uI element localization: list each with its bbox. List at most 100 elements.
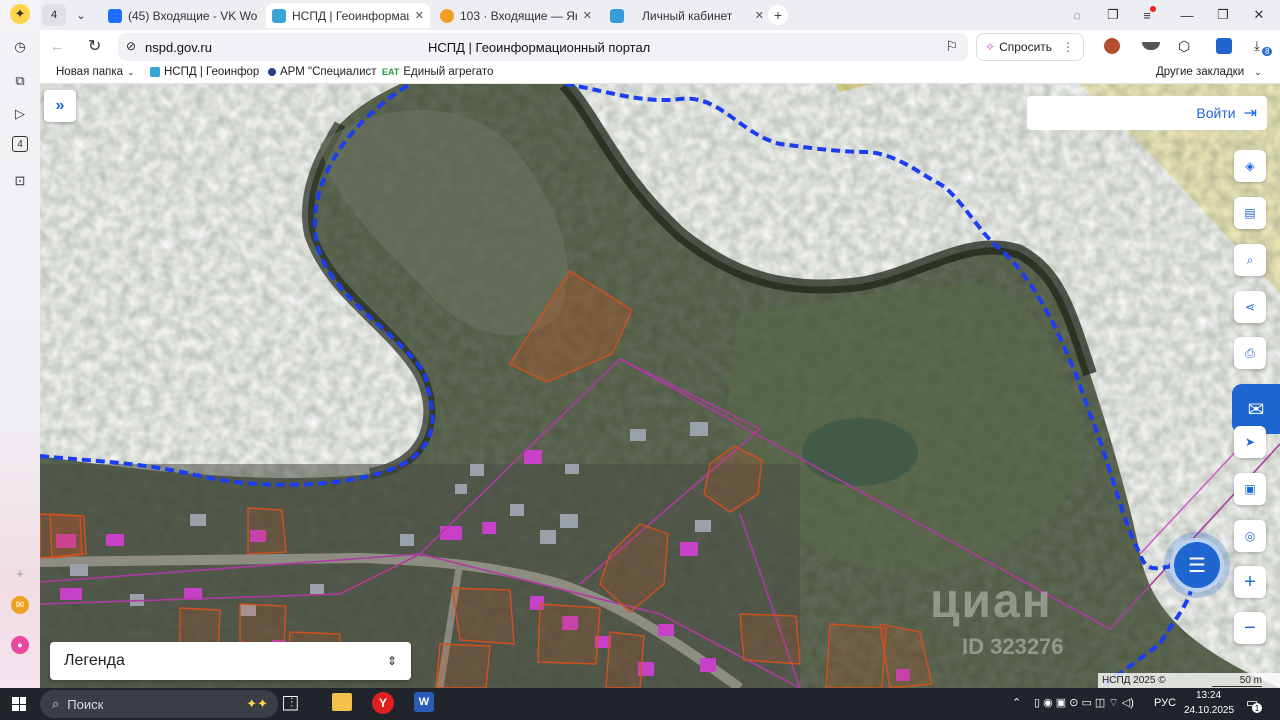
area-search-icon: ⌕ (1246, 252, 1254, 267)
extension-icon[interactable] (1142, 42, 1160, 50)
mail-icon[interactable]: ✉ (11, 596, 29, 614)
bookmark-label: АРМ "Специалист (280, 66, 377, 78)
tab-nspd[interactable]: НСПД | Геоинформацио ✕ (266, 3, 430, 28)
other-bookmarks[interactable]: Другие закладки ⌄ (1156, 66, 1262, 78)
maximize-icon[interactable]: ❐ (1212, 5, 1234, 25)
area-search-button[interactable]: ⌕ (1234, 244, 1266, 276)
measure-button[interactable]: ▤ (1234, 197, 1266, 229)
bookmark-folder-new[interactable]: Новая папка ⌄ (56, 66, 135, 78)
tray-icons[interactable]: ▯ ◉ ▣ ⊙ ▭ ◫ ⌔ ◁) (1034, 696, 1134, 710)
messenger-icon[interactable]: ● (11, 636, 29, 654)
map-footer: НСПД 2025 © 50 m (1098, 673, 1280, 688)
zoom-out-button[interactable]: − (1234, 612, 1266, 644)
map-viewport[interactable]: циан ID 323276 » Войти ⇥ ◈ ▤ ⌕ ⋖ ⎙ ✉ ➤ ▣ … (40, 84, 1280, 688)
back-arrow-icon[interactable]: ← (50, 38, 64, 54)
add-panel-icon[interactable]: + (9, 562, 31, 584)
bookmarks-bar: Новая папка ⌄ НСПД | Геоинфор АРМ "Специа… (40, 64, 1280, 84)
print-button[interactable]: ⎙ (1234, 337, 1266, 369)
vk-mail-icon (108, 8, 122, 23)
legend-panel[interactable]: Легенда ⇕ (50, 642, 411, 680)
notifications-icon[interactable]: ▭ 1 (1246, 695, 1262, 713)
ruler-icon: ▤ (1244, 206, 1256, 220)
screenshot-icon[interactable]: ⊡ (9, 170, 31, 192)
new-tab-plus-icon[interactable]: + (768, 5, 788, 25)
arm-icon (268, 68, 276, 76)
bookmark-icon[interactable]: ⚐ (945, 38, 958, 55)
tab-vk-workmail[interactable]: (45) Входящие - VK WorkM (102, 3, 264, 28)
plus-icon: + (1244, 570, 1256, 593)
address-row: ← ↻ ⊘ nspd.gov.ru НСПД | Геоинформационн… (40, 30, 1280, 64)
tab-personal-account[interactable]: Личный кабинет ✕ (604, 3, 770, 28)
other-bookmarks-label: Другие закладки (1156, 66, 1245, 78)
copilot-sparkle-icon: ✦✦ (246, 696, 268, 711)
bookmarks-panel-icon[interactable]: ❐ (1102, 5, 1124, 25)
yandex-browser-icon[interactable]: Y (372, 692, 394, 714)
history-icon[interactable]: ◷ (9, 36, 31, 58)
extension-icon[interactable]: ⬡ (1178, 38, 1190, 55)
cian-watermark: циан (930, 574, 1053, 629)
zone-yellow-small (835, 84, 870, 92)
downloads-icon[interactable]: ⤓ 8 (1254, 38, 1273, 56)
zoom-in-button[interactable]: + (1234, 566, 1266, 598)
printer-icon: ⎙ (1245, 345, 1255, 360)
yandex-mail-icon (440, 8, 454, 23)
menu-icon[interactable]: ≡ (1136, 5, 1158, 25)
attribution-text: НСПД 2025 © (1102, 675, 1166, 686)
taskbar-search[interactable]: ⌕ Поиск ✦✦ (40, 690, 278, 718)
video-icon[interactable]: ▷ (9, 103, 31, 125)
close-tab-icon[interactable]: ✕ (583, 9, 592, 22)
login-arrow-icon: ⇥ (1243, 105, 1257, 122)
address-bar[interactable]: ⊘ nspd.gov.ru НСПД | Геоинформационный п… (118, 33, 968, 61)
minimap-button[interactable]: ▣ (1234, 473, 1266, 505)
tab-counter-button[interactable]: 4 (42, 4, 66, 26)
site-info-icon[interactable]: ⊘ (126, 39, 136, 53)
bookmark-label: Единый агрегатор (403, 66, 494, 78)
reload-icon[interactable]: ↻ (88, 36, 101, 56)
geolocate-button[interactable]: ◎ (1234, 520, 1266, 552)
share-button[interactable]: ⋖ (1234, 291, 1266, 323)
vpn-icon[interactable]: ◌ (1066, 5, 1088, 25)
language-indicator[interactable]: РУС (1154, 697, 1176, 709)
task-view-icon[interactable]: ⫶⃞ (290, 695, 293, 711)
bookmark-label: НСПД | Геоинфор (164, 66, 260, 78)
collections-icon[interactable]: ⧉ (9, 70, 31, 92)
login-button[interactable]: Войти ⇥ (1027, 96, 1267, 130)
expand-collapse-icon: ⇕ (386, 654, 397, 668)
bookmark-nspd[interactable]: НСПД | Геоинфор (150, 66, 268, 78)
ask-alice-button[interactable]: ✧ Спросить ⋮ (976, 33, 1084, 61)
chevron-down-icon: ⌄ (127, 66, 135, 77)
word-icon[interactable]: W (414, 692, 434, 712)
close-tab-icon[interactable]: ✕ (415, 9, 424, 22)
bookmark-arm[interactable]: АРМ "Специалист (268, 66, 380, 78)
expand-panel-button[interactable]: » (44, 90, 76, 122)
windows-start-icon[interactable] (12, 697, 26, 711)
page-title: НСПД | Геоинформационный портал (428, 40, 651, 55)
extension-icon[interactable] (1216, 38, 1232, 54)
tab-label: Личный кабинет (642, 8, 733, 23)
tab-yandex-mail[interactable]: 103 · Входящие — Яндекс ✕ (434, 3, 598, 28)
clock-time[interactable]: 13:24 (1196, 690, 1221, 701)
layers-button[interactable]: ◈ (1234, 150, 1266, 182)
minimize-icon[interactable]: — (1176, 5, 1198, 25)
support-chat-button[interactable]: ☰ (1170, 538, 1224, 592)
close-tab-icon[interactable]: ✕ (755, 9, 764, 22)
tabs-count-icon[interactable]: 4 (12, 136, 28, 152)
alice-icon[interactable]: ✦ (10, 4, 30, 24)
browser-sidepanel: ✦ ◷ ⧉ ▷ 4 ⊡ + ✉ ● (0, 0, 40, 688)
close-window-icon[interactable]: ✕ (1248, 5, 1270, 25)
more-vertical-icon[interactable]: ⋮ (1062, 40, 1074, 54)
nspd-icon (272, 8, 286, 23)
extension-icon[interactable] (1104, 38, 1120, 54)
bookmark-aggregator[interactable]: EAT Единый агрегатор (382, 66, 493, 78)
tab-label: (45) Входящие - VK WorkM (128, 8, 258, 23)
tab-list-chevron-icon[interactable]: ⌄ (70, 4, 92, 26)
layers-icon: ◈ (1245, 159, 1255, 173)
my-location-button[interactable]: ➤ (1234, 426, 1266, 458)
chevron-down-icon: ⌄ (1254, 66, 1262, 77)
file-explorer-icon[interactable] (332, 693, 352, 711)
tab-label: 103 · Входящие — Яндекс (460, 8, 577, 23)
clock-date[interactable]: 24.10.2025 (1184, 705, 1234, 716)
map-canvas[interactable] (40, 84, 1280, 688)
url-text: nspd.gov.ru (145, 40, 212, 55)
show-hidden-icons-chevron[interactable]: ⌃ (1012, 696, 1021, 709)
